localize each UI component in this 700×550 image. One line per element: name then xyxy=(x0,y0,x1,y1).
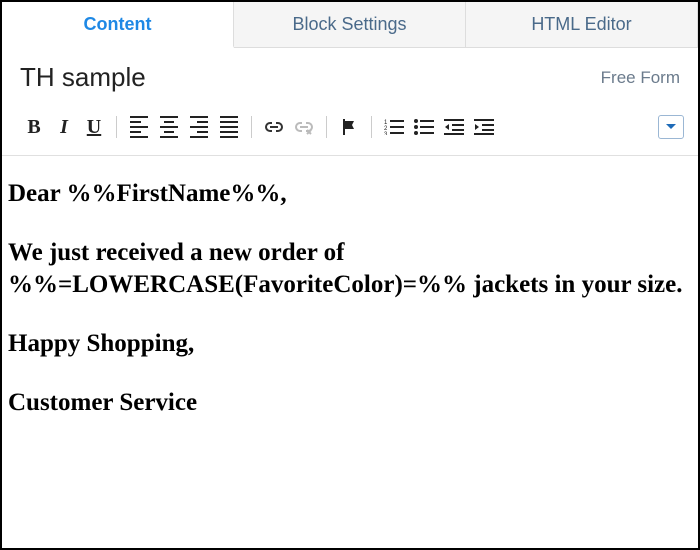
link-icon xyxy=(264,120,284,134)
align-justify-button[interactable] xyxy=(215,113,243,141)
align-left-button[interactable] xyxy=(125,113,153,141)
align-right-icon xyxy=(190,116,208,138)
indent-icon xyxy=(474,119,494,135)
align-center-button[interactable] xyxy=(155,113,183,141)
content-editor[interactable]: Dear %%FirstName%%, We just received a n… xyxy=(2,156,698,456)
header-row: TH sample Free Form xyxy=(2,48,698,103)
italic-icon: I xyxy=(60,116,68,139)
separator xyxy=(371,116,372,138)
ordered-list-icon: 123 xyxy=(384,119,404,135)
align-right-button[interactable] xyxy=(185,113,213,141)
flag-button[interactable] xyxy=(335,113,363,141)
unordered-list-icon xyxy=(414,119,434,135)
indent-button[interactable] xyxy=(470,113,498,141)
link-button[interactable] xyxy=(260,113,288,141)
unlink-button[interactable] xyxy=(290,113,318,141)
flag-icon xyxy=(340,118,358,136)
more-tools-dropdown[interactable] xyxy=(658,115,684,139)
bold-button[interactable]: B xyxy=(20,113,48,141)
italic-button[interactable]: I xyxy=(50,113,78,141)
outdent-icon xyxy=(444,119,464,135)
tab-html-editor[interactable]: HTML Editor xyxy=(466,2,698,47)
block-title: TH sample xyxy=(20,62,146,93)
underline-icon: U xyxy=(87,116,101,139)
content-paragraph[interactable]: We just received a new order of %%=LOWER… xyxy=(8,237,692,300)
tab-content[interactable]: Content xyxy=(2,2,234,48)
chevron-down-icon xyxy=(665,123,677,131)
separator xyxy=(326,116,327,138)
separator xyxy=(116,116,117,138)
ordered-list-button[interactable]: 123 xyxy=(380,113,408,141)
separator xyxy=(251,116,252,138)
editor-tabs: Content Block Settings HTML Editor xyxy=(2,2,698,48)
align-center-icon xyxy=(160,116,178,138)
svg-text:3: 3 xyxy=(384,132,388,135)
align-left-icon xyxy=(130,116,148,138)
outdent-button[interactable] xyxy=(440,113,468,141)
align-justify-icon xyxy=(220,116,238,138)
content-paragraph[interactable]: Dear %%FirstName%%, xyxy=(8,178,692,209)
bold-icon: B xyxy=(27,116,40,139)
block-type-label: Free Form xyxy=(601,68,680,88)
content-paragraph[interactable]: Customer Service xyxy=(8,387,692,418)
tab-block-settings[interactable]: Block Settings xyxy=(234,2,466,47)
underline-button[interactable]: U xyxy=(80,113,108,141)
content-paragraph[interactable]: Happy Shopping, xyxy=(8,328,692,359)
unordered-list-button[interactable] xyxy=(410,113,438,141)
formatting-toolbar: B I U 123 xyxy=(2,103,698,156)
unlink-icon xyxy=(294,119,314,135)
